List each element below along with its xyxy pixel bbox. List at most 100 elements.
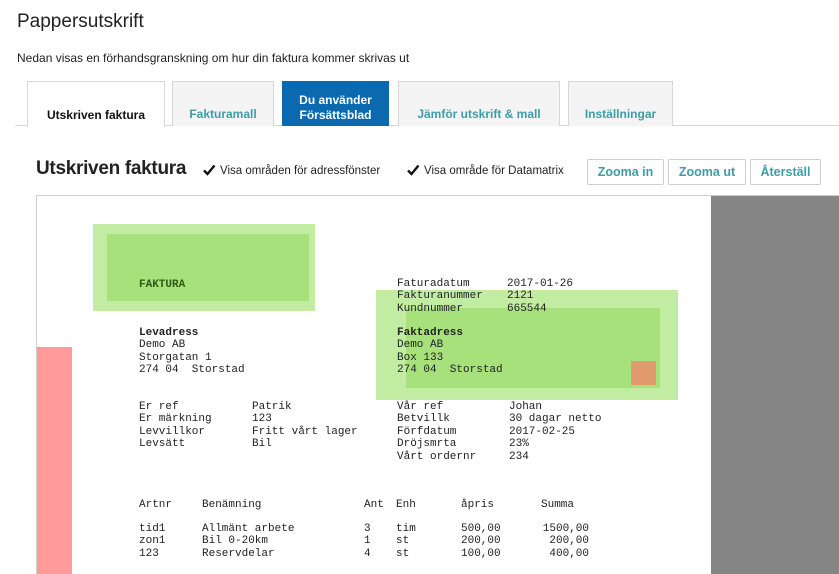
ref-value: 2017-02-25 <box>509 425 576 438</box>
items-header-benamning: Benämning <box>202 499 262 511</box>
checkmark-icon <box>406 164 420 178</box>
tab-bar: Utskriven faktura Fakturamall Du använde… <box>15 81 839 127</box>
ref-right-values: Johan 30 dagar netto 2017-02-25 23% 234 <box>509 401 601 463</box>
meta-value: 2121 <box>507 290 534 303</box>
items-benamning-column: Allmänt arbete Bil 0-20km Reservdelar <box>202 523 294 560</box>
items-artnr-column: tid1 zon1 123 <box>139 523 165 560</box>
address-line: 274 04 Storstad <box>397 364 503 377</box>
table-cell: Bil 0-20km <box>202 535 269 548</box>
table-cell: 3 <box>364 523 371 535</box>
ref-value: Bil <box>252 438 272 451</box>
ref-label: Dröjsmrta <box>397 438 457 451</box>
table-cell: st <box>396 535 410 548</box>
table-cell: Allmänt arbete <box>202 523 295 535</box>
section-title: Utskriven faktura <box>36 158 187 179</box>
ref-value: 234 <box>509 450 529 463</box>
items-header-artnr: Artnr <box>139 499 173 511</box>
ref-value: Fritt vårt lager <box>252 425 358 438</box>
table-cell: Reservdelar <box>202 547 275 560</box>
table-cell: 400,00 <box>549 547 589 560</box>
page-subtitle: Nedan visas en förhandsgranskning om hur… <box>17 51 410 65</box>
invoice-meta-values: 2017-01-26 2121 665544 <box>507 278 573 315</box>
tab-installningar[interactable]: Inställningar <box>568 81 673 126</box>
ref-label: Er märkning <box>139 413 212 426</box>
tab-label: Du använder Försättsblad <box>299 93 372 123</box>
tab-label-line2: Försättsblad <box>299 108 372 122</box>
ref-value: 30 dagar netto <box>509 413 602 426</box>
table-cell: 123 <box>139 547 159 560</box>
ref-value: 123 <box>252 413 272 426</box>
meta-label: Kundnummer <box>397 302 464 315</box>
tab-label: Utskriven faktura <box>46 108 146 122</box>
tab-utskriven-faktura[interactable]: Utskriven faktura <box>27 81 165 127</box>
invoice-heading: FAKTURA <box>139 279 186 291</box>
table-cell: 200,00 <box>549 535 589 548</box>
items-apris-column: 500,00 200,00 100,00 <box>461 523 501 560</box>
margin-gray-area <box>711 196 839 574</box>
tab-fakturamall[interactable]: Fakturamall <box>172 81 274 126</box>
delivery-address: Levadress Demo AB Storgatan 1 274 04 Sto… <box>139 327 245 377</box>
tab-label-line1: Du använder <box>299 93 372 107</box>
tab-label: Inställningar <box>584 107 657 121</box>
ref-label: Levsätt <box>139 438 186 451</box>
reset-button[interactable]: Återställ <box>750 159 821 185</box>
address-line: Box 133 <box>397 351 444 364</box>
ref-value: 23% <box>509 438 529 451</box>
address-line: 274 04 Storstad <box>139 364 245 377</box>
table-cell: zon1 <box>139 535 166 548</box>
tab-label: Jämför utskrift & mall <box>417 107 541 121</box>
address-line: Storgatan 1 <box>139 351 212 364</box>
table-cell: 100,00 <box>461 547 501 560</box>
address-line: Demo AB <box>139 339 186 352</box>
ref-label: Betvillk <box>397 413 450 426</box>
address-window-area <box>107 234 309 301</box>
address-window-checkbox[interactable]: Visa områden för adressfönster <box>202 164 380 178</box>
table-cell: 200,00 <box>461 535 501 548</box>
items-summa-column: 1500,00 200,00 400,00 <box>541 523 589 560</box>
checkbox-label: Visa område för Datamatrix <box>424 165 564 177</box>
tab-forsattsblad[interactable]: Du använder Försättsblad <box>282 81 389 126</box>
zoom-in-button[interactable]: Zooma in <box>587 159 664 185</box>
ref-label: Levvillkor <box>139 425 206 438</box>
tab-jamfor[interactable]: Jämför utskrift & mall <box>398 81 560 126</box>
meta-value: 665544 <box>507 302 547 315</box>
ref-value: Patrik <box>252 401 292 413</box>
table-cell: 500,00 <box>461 523 501 535</box>
ref-left-labels: Er ref Er märkning Levvillkor Levsätt <box>139 401 212 451</box>
items-header-summa: Summa <box>541 499 575 511</box>
meta-value: 2017-01-26 <box>507 278 574 290</box>
ref-right-labels: Vår ref Betvillk Förfdatum Dröjsmrta Vår… <box>397 401 476 463</box>
table-cell: st <box>396 547 410 560</box>
items-ant-column: 3 1 4 <box>364 523 371 560</box>
checkbox-label: Visa områden för adressfönster <box>220 165 381 177</box>
datamatrix-checkbox[interactable]: Visa område för Datamatrix <box>406 164 564 178</box>
checkmark-icon <box>202 164 216 178</box>
ref-label: Er ref <box>139 401 179 413</box>
invoice-preview[interactable]: FAKTURA Faturadatum Fakturanummer Kundnu… <box>36 195 839 574</box>
table-cell: 1500,00 <box>542 523 589 535</box>
ref-label: Vårt ordernr <box>397 450 477 463</box>
delivery-title: Levadress <box>139 327 199 339</box>
zoom-out-button[interactable]: Zooma ut <box>668 159 746 185</box>
ref-label: Vår ref <box>397 401 444 413</box>
table-cell: tim <box>396 523 416 535</box>
ref-value: Johan <box>509 401 543 413</box>
address-line: Demo AB <box>397 339 444 352</box>
meta-label: Fakturanummer <box>397 290 483 303</box>
items-header-ant: Ant <box>364 499 384 511</box>
meta-label: Faturadatum <box>397 278 470 290</box>
items-header-apris: åpris <box>461 499 495 511</box>
table-cell: 4 <box>364 547 371 560</box>
billing-title: Faktadress <box>397 327 464 339</box>
table-cell: 1 <box>364 535 371 548</box>
ref-left-values: Patrik 123 Fritt vårt lager Bil <box>252 401 358 451</box>
page-title: Pappersutskrift <box>17 11 144 32</box>
items-enh-column: tim st st <box>396 523 416 560</box>
billing-address: Faktadress Demo AB Box 133 274 04 Storst… <box>397 327 503 377</box>
tab-label: Fakturamall <box>189 107 257 121</box>
ref-label: Förfdatum <box>397 425 457 438</box>
invoice-meta-labels: Faturadatum Fakturanummer Kundnummer <box>397 278 483 315</box>
items-header-enh: Enh <box>396 499 416 511</box>
margin-red-area <box>37 347 72 574</box>
datamatrix-area <box>631 361 656 385</box>
